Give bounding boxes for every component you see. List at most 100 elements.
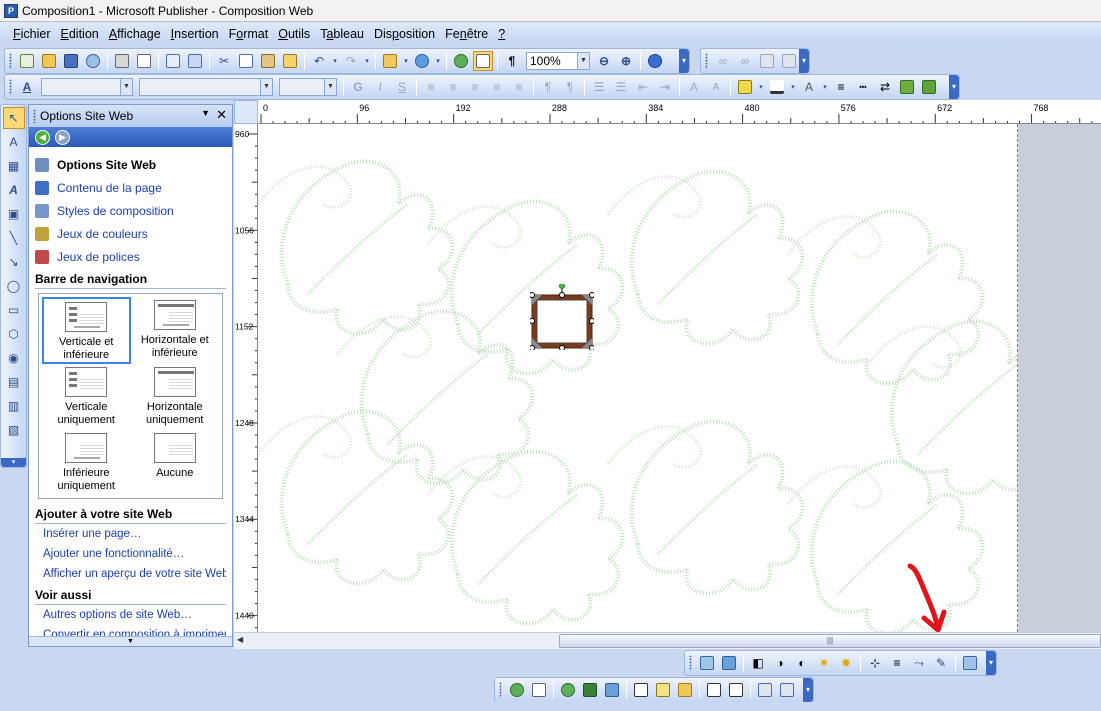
html-fragment-icon[interactable]: ▥ [3, 395, 25, 417]
pilcrow-icon[interactable]: ¶ [502, 51, 522, 71]
rotate-icon[interactable] [412, 51, 432, 71]
bold-icon[interactable]: G [348, 77, 368, 97]
numbering-icon[interactable]: ☰ [589, 77, 609, 97]
menu-item-0[interactable]: Fichier [8, 27, 56, 41]
form-option-icon[interactable] [675, 680, 695, 700]
reset-picture-icon[interactable] [960, 653, 980, 673]
web-page-icon[interactable] [507, 680, 527, 700]
styles-icon[interactable]: A [17, 77, 37, 97]
toolbar-grip[interactable] [9, 53, 12, 69]
3d-style-icon[interactable] [919, 77, 939, 97]
form-list-icon[interactable] [704, 680, 724, 700]
arrange-dropdown-icon[interactable]: ▾ [402, 51, 410, 71]
form-textbox-icon[interactable] [631, 680, 651, 700]
form-submit-icon[interactable] [726, 680, 746, 700]
insert-picture-icon[interactable] [697, 653, 717, 673]
select-pointer-icon[interactable]: ↖ [2, 107, 25, 129]
decrease-indent-icon[interactable]: ⇤ [633, 77, 653, 97]
color-icon[interactable] [719, 653, 739, 673]
line-color-icon[interactable] [767, 77, 787, 97]
frame-props-icon[interactable] [779, 51, 799, 71]
crop-icon[interactable]: ⊹ [865, 653, 885, 673]
scroll-left-icon[interactable]: ◀ [237, 635, 243, 644]
toolbar-grip[interactable] [689, 655, 692, 671]
vertical-ruler[interactable]: 960 1056 1152 1248 1344 1440 [234, 124, 258, 632]
picture-frame-icon[interactable]: ▣ [3, 203, 25, 225]
nav-bar-option[interactable]: Horizontale uniquement [131, 364, 220, 430]
align-right-icon[interactable]: ≡ [465, 77, 485, 97]
dash-style-icon[interactable]: ┅ [853, 77, 873, 97]
link-icon[interactable]: ∞ [713, 51, 733, 71]
workspace[interactable] [258, 124, 1101, 632]
style-select[interactable]: ▼ [41, 78, 133, 96]
task-pane-link[interactable]: Styles de composition [35, 199, 226, 222]
cut-icon[interactable]: ✂ [214, 51, 234, 71]
less-brightness-icon[interactable]: ✷ [814, 653, 834, 673]
format-picture-icon[interactable]: ✎ [931, 653, 951, 673]
wordart-icon[interactable]: A [3, 179, 25, 201]
menu-item-3[interactable]: Insertion [166, 27, 224, 41]
open-folder-icon[interactable] [39, 51, 59, 71]
design-gallery-icon[interactable]: ▧ [3, 419, 25, 441]
font-select[interactable]: ▼ [139, 78, 273, 96]
toolbar-options-icon[interactable]: ▾ [803, 678, 813, 702]
increase-indent-icon[interactable]: ⇥ [655, 77, 675, 97]
hot-spot-icon[interactable]: ◉ [3, 347, 25, 369]
insert-table-icon[interactable]: ▦ [3, 155, 25, 177]
web-background-icon[interactable] [602, 680, 622, 700]
rectangle-icon[interactable]: ▭ [3, 299, 25, 321]
zoom-out-icon[interactable]: ⊖ [594, 51, 614, 71]
publisher-icon[interactable]: P [4, 3, 18, 18]
toolbar-grip[interactable] [9, 79, 12, 95]
chevron-down-icon[interactable]: ▼ [120, 79, 132, 95]
bring-to-front-icon[interactable] [380, 51, 400, 71]
toolbar-options-icon[interactable]: ▾ [799, 49, 809, 73]
horizontal-ruler[interactable]: 0 96 192 288 384 480 576 672 768 [258, 100, 1101, 124]
forward-arrow-icon[interactable]: ▶ [55, 129, 70, 145]
menu-item-9[interactable]: ? [493, 27, 510, 41]
save-icon[interactable] [61, 51, 81, 71]
chevron-down-icon[interactable]: ▼ [201, 108, 210, 118]
menu-item-6[interactable]: Tableau [315, 27, 369, 41]
toolbar-grip[interactable] [705, 53, 708, 69]
print-preview-icon[interactable] [134, 51, 154, 71]
site-options-icon[interactable] [777, 680, 797, 700]
selected-picture-frame[interactable] [530, 284, 594, 350]
justify-icon[interactable]: ≡ [487, 77, 507, 97]
brightness-icon[interactable]: ✹ [836, 653, 856, 673]
help-icon[interactable] [645, 51, 665, 71]
redo-dropdown-icon[interactable]: ▾ [363, 51, 371, 71]
toolbar-options-icon[interactable]: ▾ [679, 49, 689, 73]
fill-color-icon[interactable] [735, 77, 755, 97]
task-pane-sublink[interactable]: Insérer une page… [35, 524, 226, 544]
line-style-icon[interactable]: ≡ [831, 77, 851, 97]
undo-dropdown-icon[interactable]: ▾ [331, 51, 339, 71]
oval-icon[interactable]: ◯ [3, 275, 25, 297]
line-style-icon[interactable]: ≡ [887, 653, 907, 673]
underline-icon[interactable]: S [392, 77, 412, 97]
toolbar-options-icon[interactable]: ▾ [986, 651, 996, 675]
task-pane-sublink[interactable]: Autres options de site Web… [35, 605, 226, 625]
distribute-icon[interactable]: ≡ [509, 77, 529, 97]
line-color-dropdown-icon[interactable]: ▾ [789, 77, 797, 97]
back-arrow-icon[interactable]: ◀ [35, 129, 50, 145]
fill-color-dropdown-icon[interactable]: ▾ [757, 77, 765, 97]
task-pane-grip[interactable] [33, 109, 36, 123]
menu-item-7[interactable]: Disposition [369, 27, 440, 41]
bullets-icon[interactable]: ☰ [611, 77, 631, 97]
new-document-icon[interactable] [17, 51, 37, 71]
align-left-icon[interactable]: ≡ [421, 77, 441, 97]
insert-hyperlink-icon[interactable] [558, 680, 578, 700]
menu-item-8[interactable]: Fenêtre [440, 27, 493, 41]
font-color-dropdown-icon[interactable]: ▾ [821, 77, 829, 97]
hyperlink-icon[interactable] [451, 51, 471, 71]
frame-icon[interactable] [757, 51, 777, 71]
autoshapes-icon[interactable]: ⬡ [3, 323, 25, 345]
text-wrap-icon[interactable]: ⤳ [909, 653, 929, 673]
task-pane-link[interactable]: Options Site Web [35, 153, 226, 176]
hot-spot-icon[interactable] [580, 680, 600, 700]
task-pane-link[interactable]: Jeux de couleurs [35, 222, 226, 245]
toolbar-options-icon[interactable]: ▾ [1, 458, 26, 467]
font-color-icon[interactable]: A [799, 77, 819, 97]
font-size-select[interactable]: ▼ [279, 78, 337, 96]
